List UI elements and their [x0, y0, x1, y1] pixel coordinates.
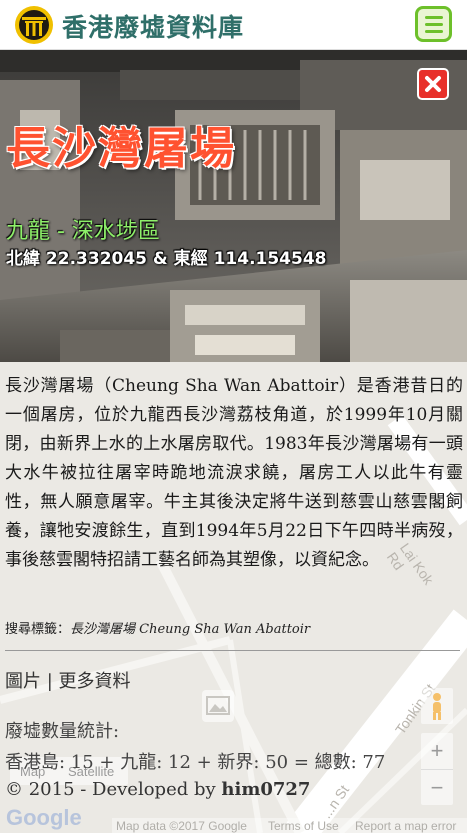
stats-line: 香港島: 15 + 九龍: 12 + 新界: 50 = 總數: 77 — [5, 752, 386, 773]
site-header: 香港廢墟資料庫 — [0, 0, 467, 50]
coordinates-label: 北緯 22.332045 & 東經 114.154548 — [6, 249, 327, 269]
tag-link[interactable]: 長沙灣屠場 Cheung Sha Wan Abattoir — [70, 622, 310, 637]
site-title[interactable]: 香港廢墟資料庫 — [62, 8, 244, 44]
description-text: 長沙灣屠場（Cheung Sha Wan Abattoir）是香港昔日的一個屠房… — [5, 376, 463, 570]
nav-separator: | — [41, 671, 59, 692]
abattoir-photo — [0, 50, 467, 362]
divider — [5, 650, 460, 651]
footer-text: © 2015 - Developed by — [5, 779, 222, 800]
content-nav: 圖片 | 更多資料 — [5, 667, 131, 693]
hero-banner: 長沙灣屠場 九龍 - 深水埗區 北緯 22.332045 & 東經 114.15… — [0, 50, 467, 362]
footer: © 2015 - Developed by him0727 — [5, 779, 310, 800]
district-label: 九龍 - 深水埗區 — [6, 219, 160, 244]
pictures-link[interactable]: 圖片 — [5, 671, 41, 692]
temple-gate-icon[interactable] — [14, 5, 54, 45]
stats-label: 廢墟數量統計: — [5, 721, 120, 742]
content-panel: 長沙灣屠場（Cheung Sha Wan Abattoir）是香港昔日的一個屠房… — [0, 362, 467, 833]
close-x-icon[interactable] — [417, 68, 449, 100]
hamburger-menu-icon[interactable] — [415, 6, 452, 42]
more-info-link[interactable]: 更多資料 — [59, 671, 131, 692]
search-tags: 搜尋標籤：長沙灣屠場 Cheung Sha Wan Abattoir — [5, 618, 310, 637]
tags-label: 搜尋標籤： — [5, 622, 71, 637]
footer-author: him0727 — [221, 779, 311, 800]
page-title: 長沙灣屠場 — [6, 123, 236, 174]
